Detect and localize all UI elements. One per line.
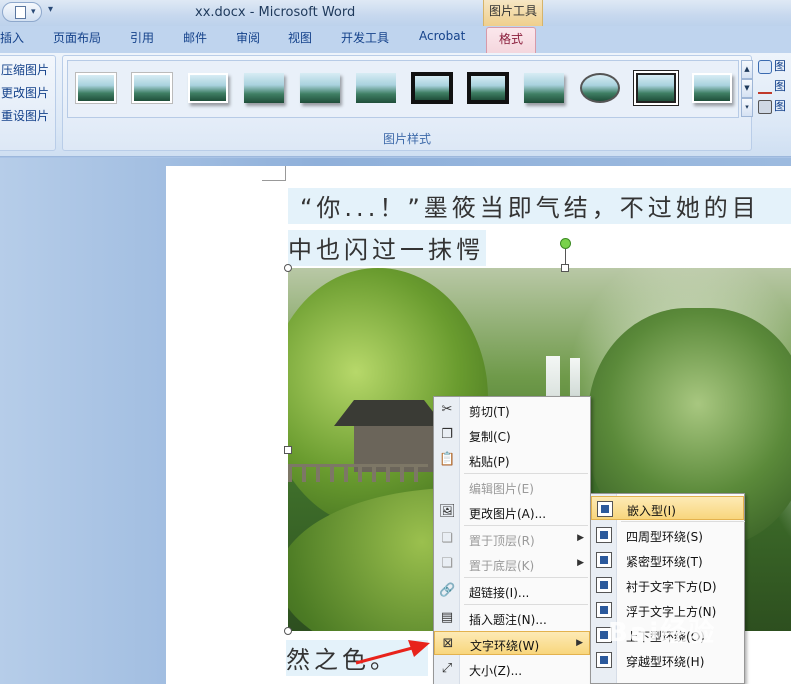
tab-page-layout[interactable]: 页面布局 xyxy=(53,29,101,46)
quick-access-more-icon[interactable]: ▾ xyxy=(48,4,53,15)
document-text-line-2[interactable]: 中也闪过一抹愕 xyxy=(288,230,486,266)
tab-acrobat[interactable]: Acrobat xyxy=(419,29,465,43)
style-thumb-11[interactable] xyxy=(634,71,678,105)
quick-access-button[interactable]: ▾ xyxy=(2,2,42,22)
copy-icon: ❐ xyxy=(441,427,453,442)
style-thumb-3[interactable] xyxy=(188,73,228,103)
tab-review[interactable]: 审阅 xyxy=(236,29,260,46)
watermark: Bai经验 xyxy=(608,618,717,648)
effects-icon xyxy=(758,99,772,114)
red-arrow-icon xyxy=(355,640,430,665)
menu-item-size[interactable]: ⤢ 大小(Z)... xyxy=(434,657,590,681)
document-text-line-1[interactable]: “你...！”墨筱当即气结，不过她的目 xyxy=(288,188,791,224)
pencil-icon xyxy=(758,80,772,94)
wrap-through[interactable]: 穿越型环绕(H) xyxy=(591,648,744,672)
tab-references[interactable]: 引用 xyxy=(130,29,154,46)
picture-styles-label: 图片样式 xyxy=(382,132,431,146)
hyperlink-icon: 🔗 xyxy=(439,583,456,598)
submenu-arrow-icon: ▶ xyxy=(576,638,583,648)
wrap-square-icon xyxy=(596,527,612,543)
tab-developer[interactable]: 开发工具 xyxy=(341,29,389,46)
menu-item-send-to-back: ❏ 置于底层(K) ▶ xyxy=(434,552,590,576)
menu-item-change-picture[interactable]: 🖼 更改图片(A)... xyxy=(434,500,590,524)
menu-item-bring-to-front: ❏ 置于顶层(R) ▶ xyxy=(434,527,590,551)
title-bar: ▾ ▾ xx.docx - Microsoft Word 图片工具 xyxy=(0,0,791,26)
picture-tools-context-tab: 图片工具 xyxy=(483,0,543,26)
gallery-up-icon[interactable]: ▲ xyxy=(741,60,753,79)
tab-format[interactable]: 格式 xyxy=(486,27,537,54)
adjust-group: 压缩图片 更改图片 重设图片 xyxy=(0,55,56,151)
style-thumb-8[interactable] xyxy=(467,72,509,104)
menu-item-cut[interactable]: ✂ 剪切(T) xyxy=(434,398,590,422)
style-thumb-2[interactable] xyxy=(132,73,172,103)
style-thumb-9[interactable] xyxy=(524,73,564,103)
rotate-handle[interactable] xyxy=(560,238,571,249)
wrap-behind-icon xyxy=(596,577,612,593)
style-thumb-6[interactable] xyxy=(356,73,396,103)
picture-effects-button[interactable]: 图 xyxy=(758,97,786,117)
picture-styles-group: ▲ ▼ ▾ 图片样式 xyxy=(62,55,753,151)
scissors-icon: ✂ xyxy=(441,402,453,417)
style-thumb-10[interactable] xyxy=(580,73,620,103)
caption-icon: ▤ xyxy=(440,610,454,625)
gallery-scroll: ▲ ▼ ▾ xyxy=(741,60,753,118)
wrap-tight[interactable]: 紧密型环绕(T) xyxy=(591,548,744,572)
gallery-more-icon[interactable]: ▾ xyxy=(741,98,753,117)
submenu-arrow-icon: ▶ xyxy=(577,558,584,568)
menu-item-paste[interactable]: 📋 粘贴(P) xyxy=(434,448,590,472)
margin-corner-mark xyxy=(262,166,286,181)
change-picture-button[interactable]: 更改图片 xyxy=(1,84,49,101)
resize-handle-bottom-left[interactable] xyxy=(284,627,292,635)
wrap-behind-text[interactable]: 衬于文字下方(D) xyxy=(591,573,744,597)
wrap-square[interactable]: 四周型环绕(S) xyxy=(591,523,744,547)
wrap-inline-icon xyxy=(597,501,613,517)
menu-item-hyperlink[interactable]: 🔗 超链接(I)... xyxy=(434,579,590,603)
ribbon-tabs: 插入 页面布局 引用 邮件 审阅 视图 开发工具 Acrobat 格式 xyxy=(0,26,791,54)
style-thumb-5[interactable] xyxy=(300,73,340,103)
size-icon: ⤢ xyxy=(441,661,453,676)
send-back-icon: ❏ xyxy=(441,556,453,571)
ribbon: 压缩图片 更改图片 重设图片 ▲ ▼ ▾ 图片样式 图 图 图 xyxy=(0,53,791,157)
submenu-arrow-icon: ▶ xyxy=(577,533,584,543)
text-wrap-submenu: 嵌入型(I) 四周型环绕(S) 紧密型环绕(T) 衬于文字下方(D) 浮于文字上… xyxy=(590,493,745,684)
menu-item-text-wrapping[interactable]: ⊠ 文字环绕(W) ▶ xyxy=(434,631,590,655)
bring-front-icon: ❏ xyxy=(441,531,453,546)
tab-mailings[interactable]: 邮件 xyxy=(183,29,207,46)
window-title: xx.docx - Microsoft Word xyxy=(195,5,356,20)
document-icon xyxy=(15,6,26,19)
style-thumb-4[interactable] xyxy=(244,73,284,103)
wrap-tight-icon xyxy=(596,552,612,568)
picture-shape-button[interactable]: 图 xyxy=(758,57,786,77)
tab-insert[interactable]: 插入 xyxy=(0,29,24,46)
paste-icon: 📋 xyxy=(439,452,456,467)
context-menu: ✂ 剪切(T) ❐ 复制(C) 📋 粘贴(P) 编辑图片(E) 🖼 更改图片(A… xyxy=(433,396,591,684)
gallery-down-icon[interactable]: ▼ xyxy=(741,79,753,98)
picture-format-buttons: 图 图 图 xyxy=(758,57,786,117)
tab-view[interactable]: 视图 xyxy=(288,29,312,46)
reset-picture-button[interactable]: 重设图片 xyxy=(1,107,49,124)
shape-icon xyxy=(758,59,772,74)
menu-item-insert-caption[interactable]: ▤ 插入题注(N)... xyxy=(434,606,590,630)
style-thumb-1[interactable] xyxy=(76,73,116,103)
compress-pictures-button[interactable]: 压缩图片 xyxy=(1,61,49,78)
wrap-inline[interactable]: 嵌入型(I) xyxy=(591,496,744,520)
picture-border-button[interactable]: 图 xyxy=(758,77,786,97)
resize-handle-top[interactable] xyxy=(561,264,569,272)
resize-handle-left[interactable] xyxy=(284,446,292,454)
menu-item-copy[interactable]: ❐ 复制(C) xyxy=(434,423,590,447)
text-wrap-icon: ⊠ xyxy=(442,636,454,651)
style-thumb-12[interactable] xyxy=(692,73,732,103)
chevron-down-icon: ▾ xyxy=(31,7,36,17)
resize-handle-top-left[interactable] xyxy=(284,264,292,272)
picture-styles-gallery xyxy=(67,60,739,118)
menu-item-edit-picture: 编辑图片(E) xyxy=(469,482,534,496)
change-picture-icon: 🖼 xyxy=(439,504,456,519)
wrap-through-icon xyxy=(596,652,612,668)
style-thumb-7[interactable] xyxy=(411,72,453,104)
